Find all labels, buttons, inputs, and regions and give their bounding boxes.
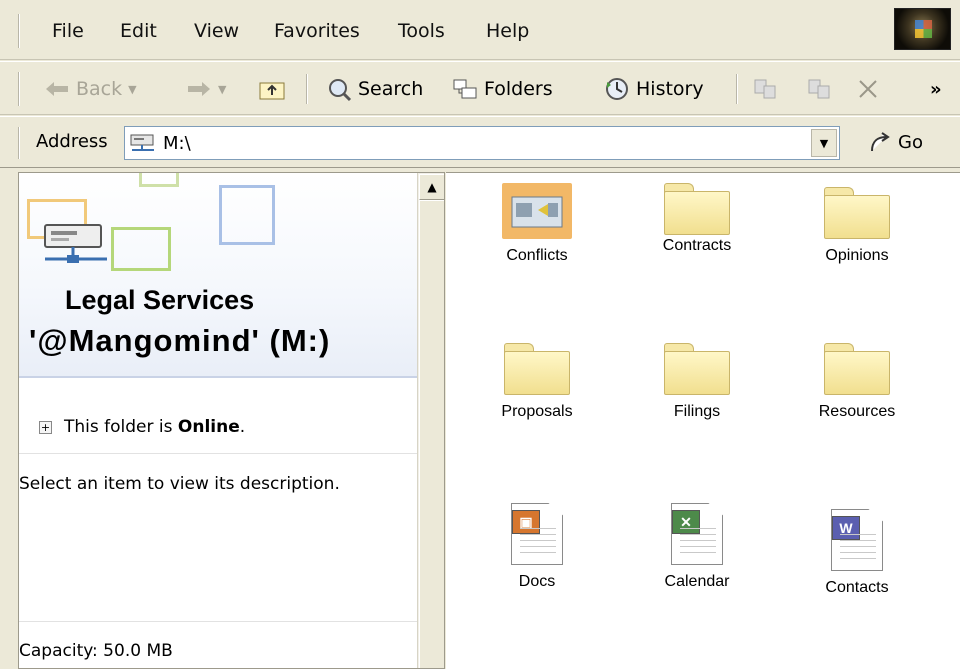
scroll-thumb[interactable] bbox=[419, 200, 444, 668]
expand-icon[interactable]: + bbox=[39, 420, 52, 434]
network-drive-icon bbox=[130, 134, 154, 151]
menu-grip[interactable] bbox=[18, 14, 20, 48]
item-label: Calendar bbox=[664, 573, 730, 590]
menu-file[interactable]: File bbox=[52, 20, 84, 42]
item-label: Opinions bbox=[825, 247, 889, 264]
go-label: Go bbox=[898, 131, 923, 153]
item-filings[interactable]: Filings bbox=[632, 343, 762, 421]
menu-help[interactable]: Help bbox=[486, 20, 529, 42]
toolbar-separator bbox=[306, 74, 308, 104]
online-status: + This folder is Online. bbox=[39, 417, 245, 437]
back-button[interactable]: Back ▼ bbox=[44, 76, 137, 102]
copy-to-button[interactable] bbox=[806, 76, 832, 102]
address-input[interactable]: M:\ ▼ bbox=[124, 126, 840, 160]
drive-banner: Legal Services '@Mangomind' (M:) bbox=[19, 173, 417, 378]
item-label: Contacts bbox=[825, 579, 889, 596]
divider bbox=[19, 453, 417, 454]
forward-button[interactable]: ▼ bbox=[186, 76, 226, 102]
folder-icon bbox=[504, 343, 570, 395]
delete-icon bbox=[859, 80, 877, 98]
details-pane: Legal Services '@Mangomind' (M:) + This … bbox=[18, 172, 445, 669]
chevron-up-icon: ▲ bbox=[427, 180, 437, 194]
folders-label: Folders bbox=[484, 78, 553, 100]
online-value: Online bbox=[177, 417, 240, 437]
windows-logo-icon bbox=[894, 8, 951, 50]
history-button[interactable]: History bbox=[604, 76, 704, 102]
word-file-icon: W bbox=[831, 509, 883, 571]
powerpoint-file-icon: ▣ bbox=[511, 503, 563, 565]
search-button[interactable]: Search bbox=[326, 76, 423, 102]
item-proposals[interactable]: Proposals bbox=[472, 343, 602, 421]
up-folder-button[interactable] bbox=[258, 76, 286, 102]
excel-file-icon: ✕ bbox=[671, 503, 723, 565]
toolbar-grip[interactable] bbox=[18, 72, 20, 106]
drive-subtitle: '@Mangomind' (M:) bbox=[29, 323, 331, 358]
description-text: Select an item to view its description. bbox=[19, 474, 340, 494]
move-to-button[interactable] bbox=[752, 76, 778, 102]
move-to-icon bbox=[754, 79, 776, 99]
item-label: Contracts bbox=[662, 237, 732, 254]
network-drive-icon bbox=[44, 224, 107, 263]
capacity-text: Capacity: 50.0 MB bbox=[19, 641, 173, 661]
address-dropdown-button[interactable]: ▼ bbox=[811, 129, 837, 157]
item-conflicts[interactable]: Conflicts bbox=[472, 183, 602, 265]
item-label: Docs bbox=[518, 573, 556, 590]
folder-icon bbox=[664, 343, 730, 395]
item-label: Proposals bbox=[501, 403, 573, 420]
folders-button[interactable]: Folders bbox=[452, 76, 553, 102]
toolbar-overflow-button[interactable]: » bbox=[930, 76, 942, 102]
special-folder-icon bbox=[502, 183, 572, 239]
online-suffix: . bbox=[239, 417, 246, 437]
forward-arrow-icon bbox=[188, 82, 210, 96]
forward-dropdown-icon[interactable]: ▼ bbox=[218, 83, 226, 96]
decorative-frame bbox=[139, 173, 179, 187]
address-grip[interactable] bbox=[18, 127, 20, 159]
item-contracts[interactable]: Contracts bbox=[632, 183, 762, 255]
go-arrow-icon bbox=[871, 132, 890, 152]
folder-icon bbox=[824, 343, 890, 395]
folder-icon bbox=[824, 187, 890, 239]
menu-favorites[interactable]: Favorites bbox=[274, 20, 360, 42]
chevron-down-icon: ▼ bbox=[819, 136, 829, 150]
item-resources[interactable]: Resources bbox=[792, 343, 922, 421]
folders-icon bbox=[453, 79, 477, 99]
history-icon bbox=[606, 78, 628, 100]
search-label: Search bbox=[358, 78, 424, 100]
scroll-up-button[interactable]: ▲ bbox=[419, 174, 444, 200]
item-opinions[interactable]: Opinions bbox=[792, 187, 922, 265]
item-label: Filings bbox=[673, 403, 721, 420]
search-icon bbox=[329, 79, 352, 102]
menu-tools[interactable]: Tools bbox=[398, 20, 445, 42]
item-label: Resources bbox=[818, 403, 896, 420]
drive-title: Legal Services bbox=[65, 285, 255, 315]
address-label: Address bbox=[36, 131, 108, 152]
online-prefix: This folder is bbox=[64, 417, 178, 437]
back-label: Back bbox=[76, 78, 123, 100]
go-button[interactable]: Go bbox=[868, 131, 923, 153]
delete-button[interactable] bbox=[856, 76, 880, 102]
vertical-scrollbar[interactable]: ▲ bbox=[417, 173, 444, 668]
back-arrow-icon bbox=[46, 82, 68, 96]
online-status-text: This folder is Online. bbox=[64, 417, 245, 437]
history-label: History bbox=[636, 78, 704, 100]
decorative-frame bbox=[219, 185, 275, 245]
up-folder-icon bbox=[259, 82, 285, 100]
item-contacts[interactable]: W Contacts bbox=[792, 509, 922, 597]
divider bbox=[19, 621, 417, 622]
folder-icon bbox=[664, 183, 730, 235]
address-value: M:\ bbox=[163, 132, 191, 154]
back-dropdown-icon[interactable]: ▼ bbox=[128, 83, 136, 96]
item-calendar[interactable]: ✕ Calendar bbox=[632, 503, 762, 591]
menu-edit[interactable]: Edit bbox=[120, 20, 157, 42]
address-bar: Address M:\ ▼ Go bbox=[0, 116, 960, 168]
copy-to-icon bbox=[808, 79, 830, 99]
toolbar: Back ▼ ▼ Search Folders History » bbox=[0, 61, 960, 115]
toolbar-separator bbox=[736, 74, 738, 104]
menu-view[interactable]: View bbox=[194, 20, 239, 42]
item-label: Conflicts bbox=[506, 247, 568, 264]
menu-bar: File Edit View Favorites Tools Help bbox=[0, 0, 960, 60]
file-list: Conflicts Contracts Opinions Proposals F… bbox=[446, 172, 960, 669]
item-docs[interactable]: ▣ Docs bbox=[472, 503, 602, 591]
decorative-frame bbox=[111, 227, 171, 271]
